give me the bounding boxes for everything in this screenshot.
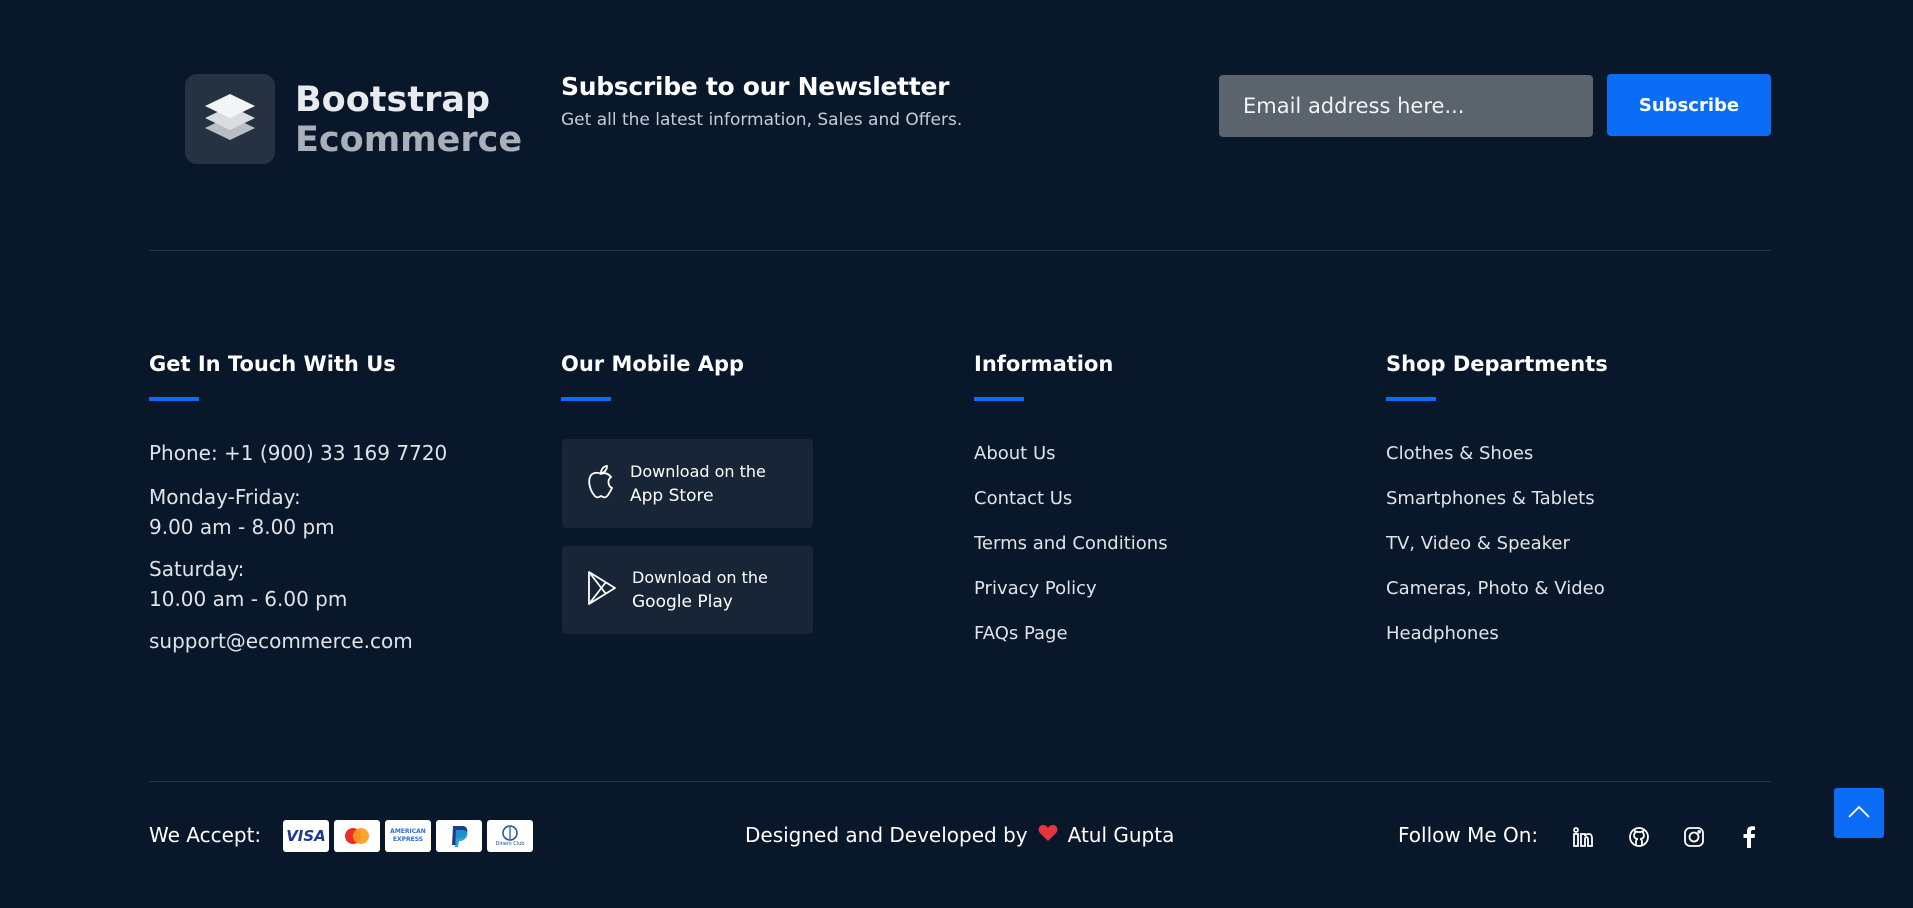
contact-saturday-hours: 10.00 am - 6.00 pm bbox=[149, 587, 348, 611]
departments-heading-underline bbox=[1386, 397, 1436, 401]
contact-weekday-label: Monday-Friday: bbox=[149, 485, 301, 509]
linkedin-icon[interactable] bbox=[1570, 824, 1596, 850]
subscribe-button[interactable]: Subscribe bbox=[1607, 74, 1771, 136]
brand-name[interactable]: Bootstrap Ecommerce bbox=[295, 80, 522, 160]
facebook-icon[interactable] bbox=[1736, 824, 1762, 850]
amex-text: AMERICAN EXPRESS bbox=[390, 828, 426, 843]
american-express-icon: AMERICAN EXPRESS bbox=[385, 820, 431, 852]
link-cameras-photo-video[interactable]: Cameras, Photo & Video bbox=[1386, 578, 1605, 599]
contact-weekday-hours: 9.00 am - 8.00 pm bbox=[149, 515, 335, 539]
diners-club-icon: Diners Club bbox=[487, 820, 533, 852]
apple-icon bbox=[586, 464, 616, 504]
paypal-icon bbox=[436, 820, 482, 852]
mobile-app-heading-underline bbox=[561, 397, 611, 401]
contact-saturday-label: Saturday: bbox=[149, 557, 245, 581]
credit-prefix: Designed and Developed by bbox=[745, 823, 1028, 847]
visa-icon: VISA bbox=[283, 820, 329, 852]
contact-email[interactable]: support@ecommerce.com bbox=[149, 626, 413, 656]
information-heading: Information bbox=[974, 352, 1114, 376]
google-play-line1: Download on the bbox=[632, 568, 768, 587]
back-to-top-button[interactable] bbox=[1834, 788, 1884, 838]
app-store-line2: App Store bbox=[630, 485, 714, 506]
mobile-app-heading: Our Mobile App bbox=[561, 352, 745, 376]
link-faqs[interactable]: FAQs Page bbox=[974, 623, 1068, 644]
link-about-us[interactable]: About Us bbox=[974, 443, 1056, 464]
diners-text: Diners Club bbox=[495, 841, 525, 847]
we-accept-label: We Accept: bbox=[149, 823, 262, 847]
instagram-icon[interactable] bbox=[1681, 824, 1707, 850]
contact-heading: Get In Touch With Us bbox=[149, 352, 396, 376]
contact-heading-underline bbox=[149, 397, 199, 401]
link-smartphones-tablets[interactable]: Smartphones & Tablets bbox=[1386, 488, 1595, 509]
visa-text: VISA bbox=[286, 827, 326, 845]
newsletter-email-input[interactable] bbox=[1219, 75, 1593, 137]
departments-heading: Shop Departments bbox=[1386, 352, 1608, 376]
credit-name[interactable]: Atul Gupta bbox=[1068, 823, 1175, 847]
top-divider bbox=[149, 250, 1771, 251]
link-privacy[interactable]: Privacy Policy bbox=[974, 578, 1097, 599]
brand-line1: Bootstrap bbox=[295, 80, 490, 120]
contact-phone: Phone: +1 (900) 33 169 7720 bbox=[149, 441, 448, 465]
heart-icon bbox=[1038, 823, 1058, 847]
link-terms[interactable]: Terms and Conditions bbox=[974, 533, 1168, 554]
follow-me-label: Follow Me On: bbox=[1398, 823, 1539, 847]
google-play-button[interactable]: Download on the Google Play bbox=[562, 546, 813, 634]
bottom-divider bbox=[149, 781, 1771, 782]
link-contact-us[interactable]: Contact Us bbox=[974, 488, 1072, 509]
app-store-line1: Download on the bbox=[630, 461, 766, 481]
link-tv-video-speaker[interactable]: TV, Video & Speaker bbox=[1386, 533, 1570, 554]
brand-line2: Ecommerce bbox=[295, 120, 523, 160]
link-clothes-shoes[interactable]: Clothes & Shoes bbox=[1386, 443, 1533, 464]
brand-logo-icon[interactable] bbox=[185, 74, 275, 164]
google-play-icon bbox=[586, 570, 618, 610]
newsletter-subtitle: Get all the latest information, Sales an… bbox=[561, 110, 963, 130]
information-heading-underline bbox=[974, 397, 1024, 401]
google-play-line2: Google Play bbox=[632, 592, 733, 612]
newsletter-title: Subscribe to our Newsletter bbox=[561, 72, 950, 101]
link-headphones[interactable]: Headphones bbox=[1386, 623, 1499, 644]
github-icon[interactable] bbox=[1626, 824, 1652, 850]
chevron-up-icon bbox=[1847, 805, 1871, 822]
app-store-button[interactable]: Download on the App Store bbox=[562, 439, 813, 528]
credit-line: Designed and Developed by Atul Gupta bbox=[745, 823, 1174, 847]
mastercard-icon bbox=[334, 820, 380, 852]
